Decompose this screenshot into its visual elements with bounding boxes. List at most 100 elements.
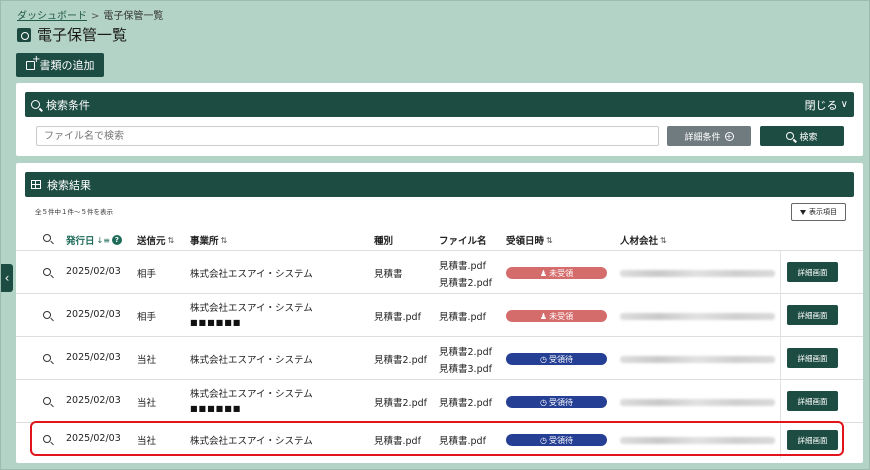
column-divider <box>780 380 781 423</box>
results-panel-title: 検索結果 <box>47 178 91 192</box>
zoom-icon[interactable] <box>43 268 51 276</box>
status-text: 受領待 <box>548 397 573 407</box>
sort-desc-icon: ↓≡ <box>96 235 110 245</box>
column-filename: ファイル名 <box>439 233 487 247</box>
column-staffing-company-label: 人材会社 <box>620 236 659 247</box>
search-button-label: 検索 <box>799 132 818 143</box>
search-panel: 検索条件 閉じる ∨ 詳細条件 + 検索 <box>16 83 863 156</box>
row-type: 見積書2.pdf <box>374 355 427 366</box>
search-icon <box>786 132 795 140</box>
column-office[interactable]: 事業所 ⇅ <box>190 233 228 248</box>
search-icon <box>31 100 40 109</box>
display-columns-button[interactable]: 表示項目 <box>791 203 846 221</box>
sort-icon: ⇅ <box>546 235 553 245</box>
row-date: 2025/02/03 <box>66 395 121 406</box>
breadcrumb: ダッシュボード > 電子保管一覧 <box>17 7 163 22</box>
status-text: 未受領 <box>549 268 574 278</box>
column-received-at[interactable]: 受領日時 ⇅ <box>506 233 553 248</box>
column-type-label: 種別 <box>374 236 394 247</box>
detail-view-button[interactable]: 詳細画面 <box>787 391 838 411</box>
row-sender: 相手 <box>137 312 157 323</box>
row-file-1: 見積書2.pdf <box>439 398 492 409</box>
table-row: 2025/02/03 当社 株式会社エスアイ・システム ■■■■■■ 見積書2.… <box>16 380 863 423</box>
status-badge: ♟ 未受領 <box>506 310 607 322</box>
detail-view-button[interactable]: 詳細画面 <box>787 305 838 325</box>
clock-icon: ◷ <box>540 397 547 407</box>
zoom-icon[interactable] <box>43 311 51 319</box>
row-date: 2025/02/03 <box>66 352 121 363</box>
archive-icon <box>17 27 31 42</box>
breadcrumb-dashboard-link[interactable]: ダッシュボード <box>17 11 87 22</box>
sort-icon: ⇅ <box>660 235 667 245</box>
zoom-icon[interactable] <box>43 397 51 405</box>
row-office-redacted: ■■■■■■ <box>190 318 242 327</box>
row-file-1: 見積書.pdf <box>439 312 486 323</box>
table-header: 発行日 ↓≡ ? 送信元 ⇅ 事業所 ⇅ 種別 ファイル名 受領日時 ⇅ 人材会… <box>16 225 863 251</box>
collapse-label: 閉じる <box>804 98 838 112</box>
help-icon[interactable]: ? <box>111 235 122 245</box>
row-type: 見積書.pdf <box>374 312 421 323</box>
row-sender: 相手 <box>137 269 157 280</box>
row-date: 2025/02/03 <box>66 266 121 277</box>
row-office: 株式会社エスアイ・システム <box>190 389 313 400</box>
row-file-2: 見積書2.pdf <box>439 278 492 289</box>
display-columns-label: 表示項目 <box>809 208 837 216</box>
zoom-icon[interactable] <box>43 354 51 362</box>
row-office: 株式会社エスアイ・システム <box>190 303 313 314</box>
row-office: 株式会社エスアイ・システム <box>190 355 313 366</box>
filename-search-input[interactable] <box>36 126 659 146</box>
sort-icon: ⇅ <box>167 235 175 245</box>
person-icon: ♟ <box>539 268 548 278</box>
column-divider <box>780 294 781 337</box>
add-document-icon <box>25 54 41 70</box>
column-sender-label: 送信元 <box>137 236 166 247</box>
chevron-down-icon: ∨ <box>840 99 848 110</box>
person-icon: ♟ <box>539 311 548 321</box>
search-panel-header: 検索条件 閉じる ∨ <box>25 92 854 117</box>
row-date: 2025/02/03 <box>66 309 121 320</box>
zoom-icon <box>43 234 51 242</box>
detail-view-button[interactable]: 詳細画面 <box>787 348 838 368</box>
row-office-redacted: ■■■■■■ <box>190 404 242 413</box>
breadcrumb-separator: > <box>91 11 100 22</box>
chevron-left-icon: ‹ <box>4 271 10 285</box>
column-divider <box>780 251 781 294</box>
table-row: 2025/02/03 当社 株式会社エスアイ・システム 見積書2.pdf 見積書… <box>16 337 863 380</box>
table-row: 2025/02/03 相手 株式会社エスアイ・システム 見積書 見積書.pdf … <box>16 251 863 294</box>
status-text: 受領待 <box>548 354 573 364</box>
redacted-staffing-company <box>620 270 775 277</box>
status-badge: ◷ 受領待 <box>506 353 607 365</box>
redacted-staffing-company <box>620 356 775 363</box>
page-title-text: 電子保管一覧 <box>37 26 128 44</box>
detail-conditions-label: 詳細条件 <box>684 132 721 143</box>
add-document-button[interactable]: 書類の追加 <box>16 53 104 77</box>
column-sender[interactable]: 送信元 ⇅ <box>137 233 175 248</box>
column-received-at-label: 受領日時 <box>506 236 545 247</box>
status-badge: ◷ 受領待 <box>506 396 607 408</box>
collapse-toggle[interactable]: 閉じる ∨ <box>805 97 848 113</box>
column-divider <box>780 337 781 380</box>
page-title: 電子保管一覧 <box>17 24 127 45</box>
add-document-label: 書類の追加 <box>39 59 95 72</box>
redacted-staffing-company <box>620 399 775 406</box>
column-issue-date[interactable]: 発行日 ↓≡ ? <box>66 233 122 247</box>
table-row: 2025/02/03 相手 株式会社エスアイ・システム ■■■■■■ 見積書.p… <box>16 294 863 337</box>
table-icon <box>31 180 41 189</box>
search-panel-title: 検索条件 <box>46 98 90 112</box>
breadcrumb-current: 電子保管一覧 <box>103 11 164 22</box>
sort-icon: ⇅ <box>220 235 228 245</box>
column-type: 種別 <box>374 233 393 247</box>
result-count: 全５件中１件～５件を表示 <box>35 208 113 216</box>
detail-view-button[interactable]: 詳細画面 <box>787 262 838 282</box>
row-sender: 当社 <box>137 398 157 409</box>
column-issue-date-label: 発行日 <box>66 236 95 247</box>
row-type: 見積書 <box>374 269 403 280</box>
row-type: 見積書2.pdf <box>374 398 427 409</box>
search-button[interactable]: 検索 <box>760 126 844 146</box>
redacted-staffing-company <box>620 313 775 320</box>
detail-conditions-button[interactable]: 詳細条件 + <box>667 126 751 146</box>
filter-icon <box>800 209 806 215</box>
results-panel: 検索結果 全５件中１件～５件を表示 表示項目 発行日 ↓≡ ? 送信元 ⇅ 事業… <box>16 163 863 463</box>
column-staffing-company[interactable]: 人材会社 ⇅ <box>620 233 667 248</box>
sidebar-toggle[interactable]: ‹ <box>1 264 13 292</box>
